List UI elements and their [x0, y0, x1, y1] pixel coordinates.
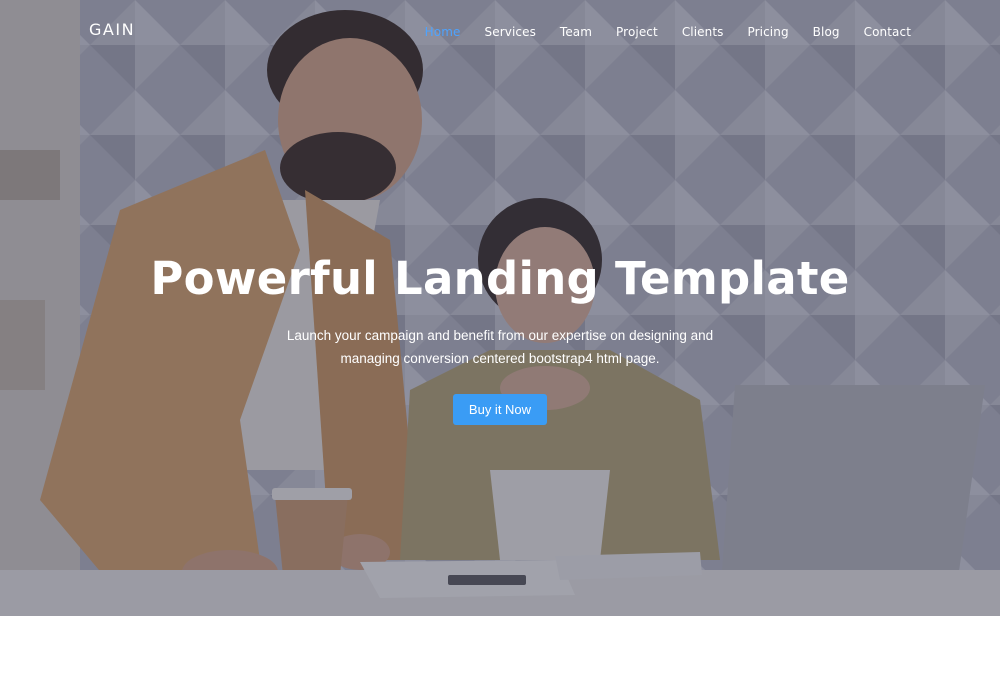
nav-item-contact: Contact [864, 23, 911, 41]
top-navbar: GAIN Home Services Team Project Clients … [0, 0, 1000, 62]
nav-menu: Home Services Team Project Clients Prici… [401, 23, 911, 41]
nav-link-blog[interactable]: Blog [813, 25, 840, 39]
nav-item-team: Team [560, 23, 592, 41]
nav-link-home[interactable]: Home [425, 25, 461, 39]
nav-item-project: Project [616, 23, 658, 41]
nav-link-clients[interactable]: Clients [682, 25, 724, 39]
nav-item-pricing: Pricing [748, 23, 789, 41]
hero-content: Powerful Landing Template Launch your ca… [0, 248, 1000, 425]
nav-link-services[interactable]: Services [485, 25, 536, 39]
nav-item-services: Services [485, 23, 536, 41]
buy-it-now-button[interactable]: Buy it Now [452, 394, 548, 425]
nav-item-blog: Blog [813, 23, 840, 41]
hero-title: Powerful Landing Template [150, 252, 850, 305]
brand-logo[interactable]: GAIN [89, 20, 135, 39]
nav-link-contact[interactable]: Contact [864, 25, 911, 39]
nav-item-clients: Clients [682, 23, 724, 41]
nav-link-team[interactable]: Team [560, 25, 592, 39]
hero-section: GAIN Home Services Team Project Clients … [0, 0, 1000, 616]
blank-content-area [0, 616, 1000, 690]
nav-item-home: Home [425, 23, 461, 41]
nav-link-project[interactable]: Project [616, 25, 658, 39]
nav-link-pricing[interactable]: Pricing [748, 25, 789, 39]
hero-subtitle: Launch your campaign and benefit from ou… [286, 328, 714, 366]
